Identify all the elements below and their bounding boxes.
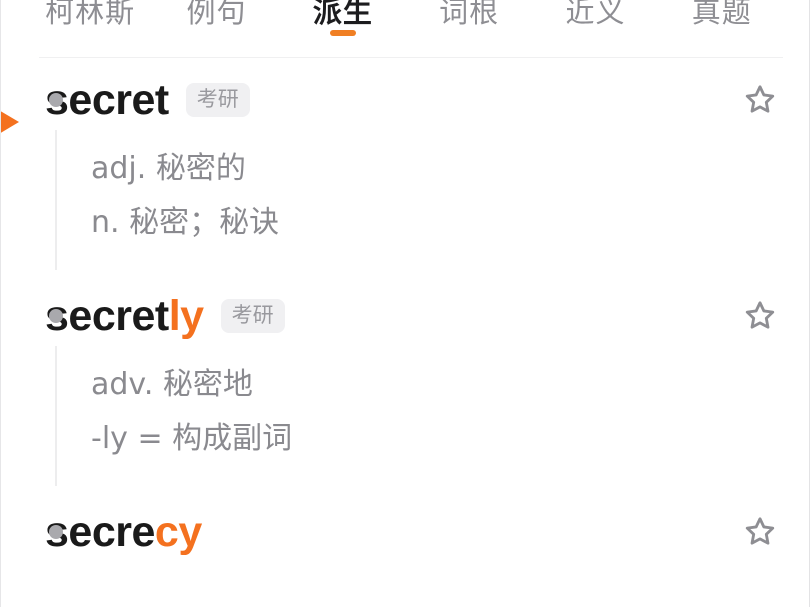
word-suffix: cy bbox=[154, 507, 202, 556]
arrow-pointer-icon bbox=[1, 103, 19, 141]
exam-level-badge: 考研 bbox=[185, 83, 250, 117]
definition-line: adj. 秘密的 bbox=[91, 151, 246, 186]
derivative-word[interactable]: secrecy bbox=[45, 507, 202, 556]
star-outline-icon[interactable] bbox=[742, 82, 778, 118]
header-divider bbox=[39, 57, 783, 58]
derivative-word-list: secret 考研 adj. 秘密的 n. 秘密；秘诀 secretly 考研 adv. 秘… bbox=[1, 64, 809, 568]
derivatives-panel: 柯林斯 例句 派生 词根 近义 真题 secret 考研 adj. 秘密的 n. 秘密；秘诀 se… bbox=[0, 0, 810, 607]
word-stem: secret bbox=[45, 75, 169, 124]
derivative-entry-header[interactable]: secret 考研 bbox=[45, 64, 809, 136]
bullet-icon bbox=[49, 309, 63, 323]
tab-3-active[interactable]: 派生 bbox=[280, 0, 406, 38]
bullet-icon bbox=[49, 93, 63, 107]
star-outline-icon[interactable] bbox=[742, 514, 778, 550]
tab-label: 派生 bbox=[312, 0, 373, 29]
tab-6[interactable]: 真题 bbox=[659, 0, 785, 38]
word-suffix: ly bbox=[168, 291, 204, 340]
derivative-entry-header[interactable]: secrecy bbox=[45, 496, 809, 568]
derivative-entry[interactable]: secret 考研 adj. 秘密的 n. 秘密；秘诀 bbox=[1, 64, 809, 280]
word-stem: secret bbox=[45, 291, 169, 340]
definition-line: -ly = 构成副词 bbox=[91, 421, 293, 456]
definition-line: adv. 秘密地 bbox=[91, 367, 253, 402]
derivative-entry[interactable]: secretly 考研 adv. 秘密地 -ly = 构成副词 bbox=[1, 280, 809, 496]
tab-2[interactable]: 例句 bbox=[153, 0, 279, 38]
definition-line: n. 秘密；秘诀 bbox=[91, 205, 280, 240]
tab-1[interactable]: 柯林斯 bbox=[27, 0, 153, 38]
tab-label: 真题 bbox=[691, 0, 752, 29]
derivative-entry-header[interactable]: secretly 考研 bbox=[45, 280, 809, 352]
tab-active-indicator bbox=[329, 30, 356, 36]
tab-label: 柯林斯 bbox=[45, 0, 136, 29]
tab-label: 近义 bbox=[565, 0, 626, 29]
tab-label: 例句 bbox=[186, 0, 247, 29]
derivative-word[interactable]: secretly bbox=[45, 291, 204, 340]
definition-block: adj. 秘密的 n. 秘密；秘诀 bbox=[45, 130, 809, 280]
tab-4[interactable]: 词根 bbox=[406, 0, 532, 38]
tab-bar: 柯林斯 例句 派生 词根 近义 真题 bbox=[1, 0, 809, 38]
exam-level-badge: 考研 bbox=[220, 299, 285, 333]
tab-label: 词根 bbox=[439, 0, 500, 29]
bullet-icon bbox=[49, 525, 63, 539]
star-outline-icon[interactable] bbox=[742, 298, 778, 334]
derivative-word[interactable]: secret bbox=[45, 75, 169, 124]
tab-5[interactable]: 近义 bbox=[532, 0, 658, 38]
definition-block: adv. 秘密地 -ly = 构成副词 bbox=[45, 346, 809, 496]
derivative-entry[interactable]: secrecy bbox=[1, 496, 809, 568]
